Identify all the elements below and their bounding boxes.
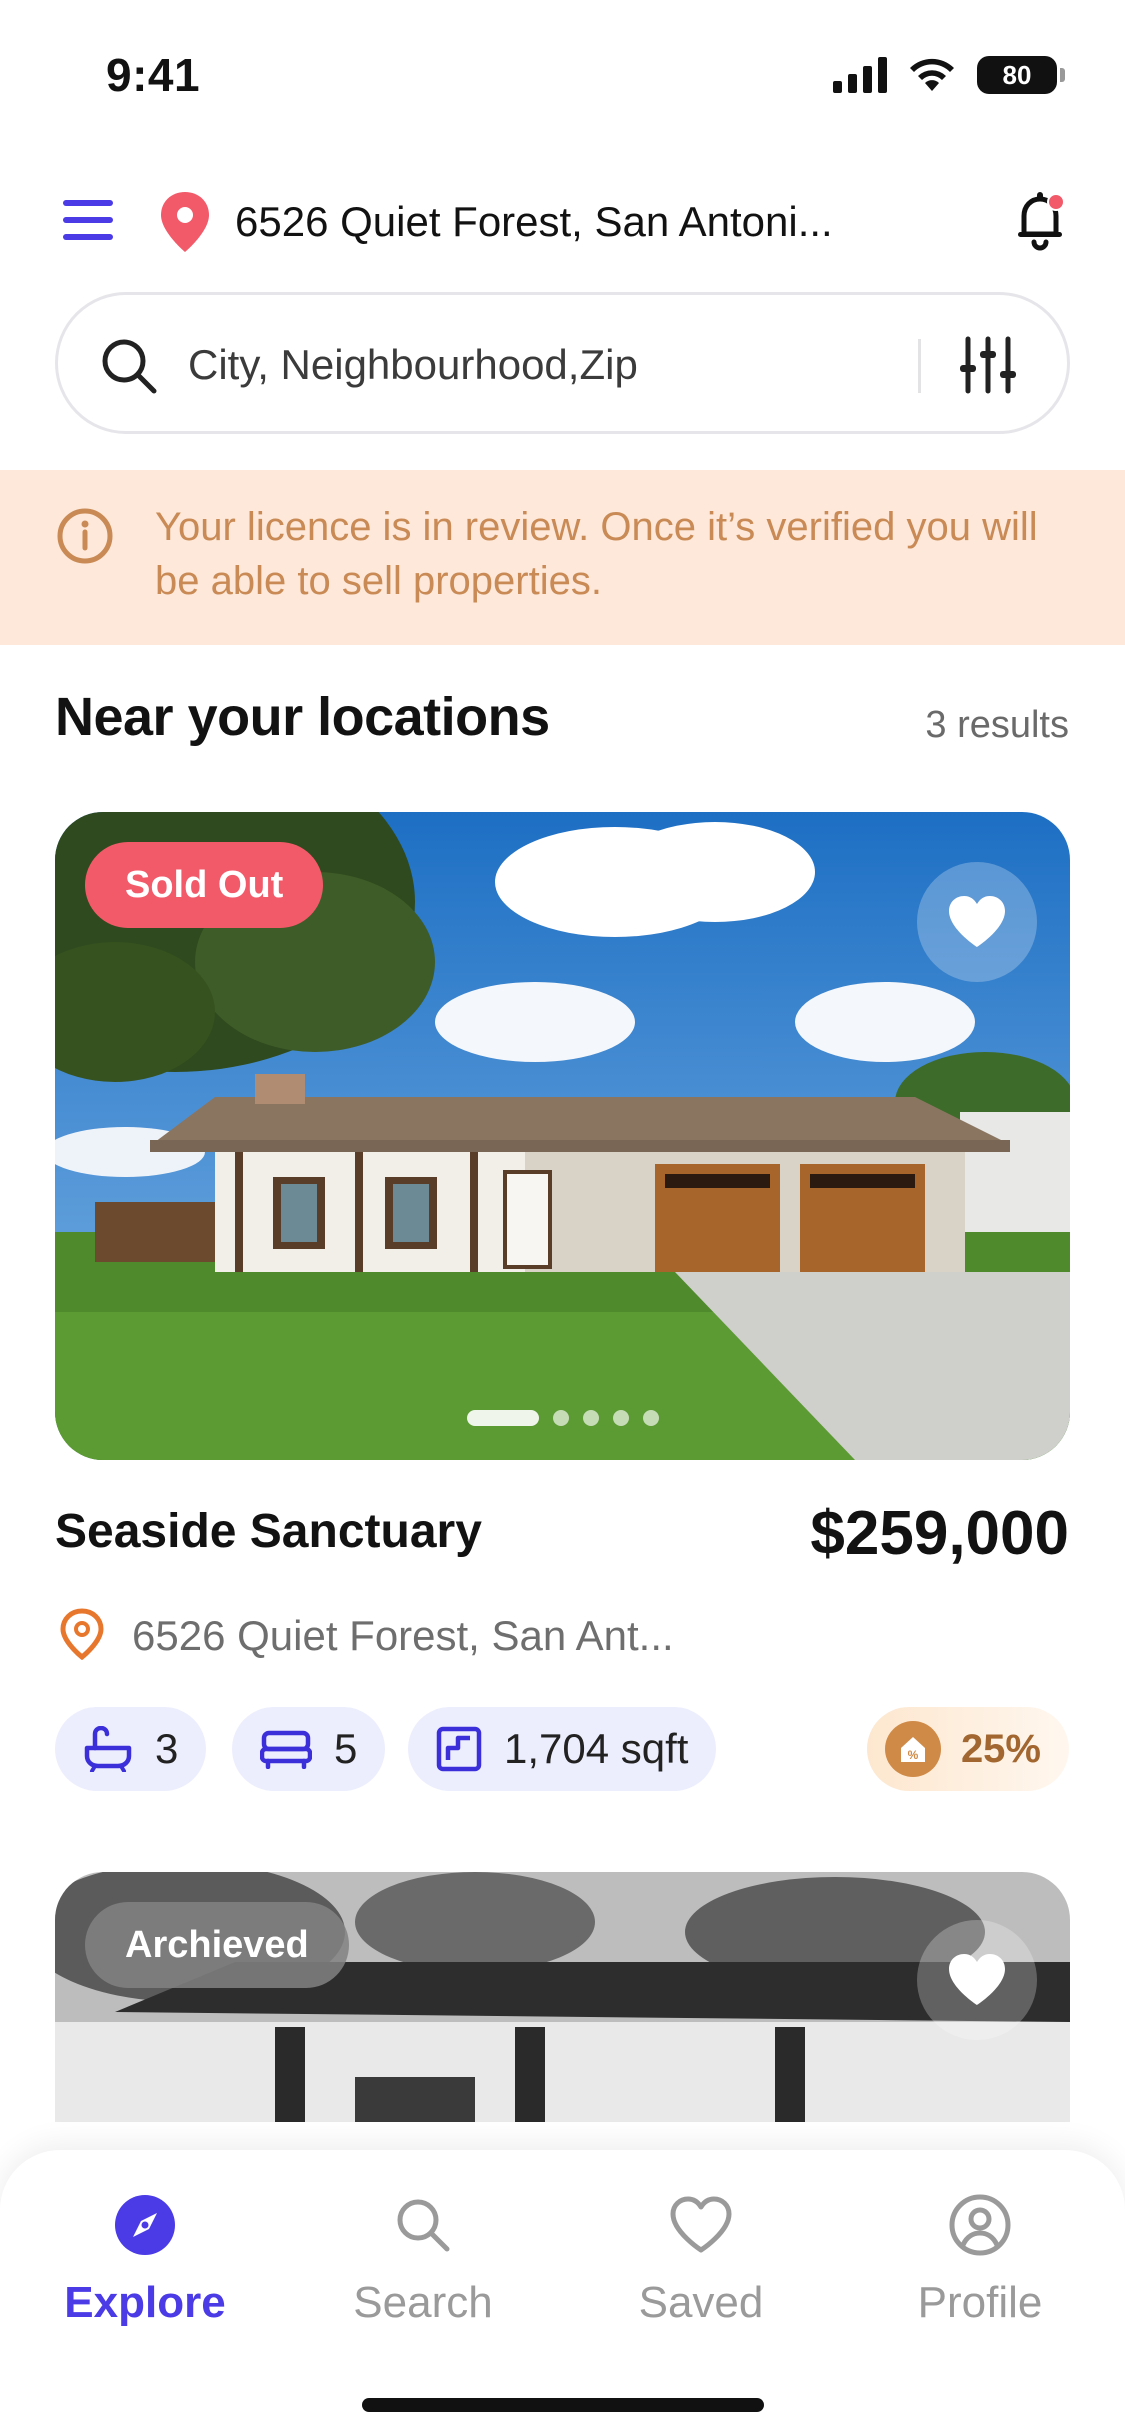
bathtub-icon (84, 1726, 132, 1772)
baths-chip: 3 (55, 1707, 207, 1791)
map-pin-icon (161, 192, 209, 252)
carousel-dot[interactable] (583, 1410, 599, 1426)
bottom-nav: Explore Search Saved Profile (0, 2150, 1125, 2436)
current-location[interactable]: 6526 Quiet Forest, San Antoni... (235, 198, 833, 246)
listing-price: $259,000 (810, 1499, 1069, 1568)
nav-explore[interactable]: Explore (25, 2190, 265, 2340)
commission-badge: % 25% (866, 1707, 1069, 1791)
listing-image[interactable]: Archieved (55, 1872, 1070, 2122)
bed-icon (260, 1730, 312, 1769)
heart-icon (949, 896, 1005, 947)
nav-search[interactable]: Search (303, 2190, 543, 2340)
svg-text:%: % (908, 1748, 919, 1762)
map-pin-icon (60, 1608, 104, 1660)
section-title: Near your locations (55, 687, 550, 747)
battery-icon: 80 (977, 56, 1065, 94)
baths-value: 3 (155, 1725, 179, 1772)
image-carousel-dots[interactable] (467, 1410, 659, 1426)
info-icon (57, 508, 113, 564)
status-icons: 80 (833, 56, 1065, 94)
menu-icon[interactable] (63, 198, 113, 242)
listing-address: 6526 Quiet Forest, San Ant... (132, 1612, 674, 1659)
nav-label: Profile (917, 2278, 1043, 2327)
profile-icon (949, 2194, 1011, 2256)
licence-review-banner: Your licence is in review. Once it’s ver… (0, 470, 1125, 645)
signal-icon (833, 57, 887, 93)
area-chip: 1,704 sqft (408, 1707, 717, 1791)
search-bar (55, 292, 1070, 434)
status-badge: Sold Out (85, 842, 324, 928)
nav-saved[interactable]: Saved (581, 2190, 821, 2340)
home-commission-icon: % (884, 1721, 941, 1777)
beds-value: 5 (334, 1725, 358, 1772)
favorite-button[interactable] (917, 862, 1037, 982)
commission-value: 25% (960, 1726, 1041, 1771)
heart-icon (670, 2196, 732, 2253)
carousel-dot[interactable] (613, 1410, 629, 1426)
status-time: 9:41 (106, 49, 201, 101)
area-value: 1,704 sqft (504, 1725, 689, 1772)
nav-profile[interactable]: Profile (860, 2190, 1100, 2340)
area-icon (436, 1726, 482, 1772)
bell-icon[interactable] (1010, 188, 1070, 252)
carousel-dot[interactable] (643, 1410, 659, 1426)
battery-level: 80 (1002, 59, 1032, 90)
search-icon (102, 339, 157, 394)
nav-label: Explore (64, 2278, 226, 2327)
listing-title[interactable]: Seaside Sanctuary (55, 1504, 482, 1559)
search-icon (397, 2199, 450, 2252)
status-badge: Archieved (85, 1902, 349, 1988)
nav-label: Search (353, 2278, 493, 2327)
header: 6526 Quiet Forest, San Antoni... (55, 180, 1070, 260)
nav-label: Saved (638, 2278, 764, 2327)
wifi-icon (910, 58, 954, 91)
banner-message: Your licence is in review. Once it’s ver… (155, 505, 1038, 603)
status-bar: 9:41 80 (0, 0, 1125, 150)
compass-icon (115, 2195, 175, 2255)
carousel-dot[interactable] (553, 1410, 569, 1426)
search-input[interactable] (188, 335, 948, 395)
result-count: 3 results (925, 704, 1069, 746)
filter-sliders-icon[interactable] (958, 335, 1018, 395)
carousel-dot-active[interactable] (467, 1410, 539, 1426)
favorite-button[interactable] (917, 1920, 1037, 2040)
search-divider (918, 339, 921, 393)
home-indicator (362, 2398, 764, 2412)
listing-image[interactable]: Sold Out (55, 812, 1070, 1460)
beds-chip: 5 (232, 1707, 386, 1791)
heart-icon (949, 1954, 1005, 2005)
